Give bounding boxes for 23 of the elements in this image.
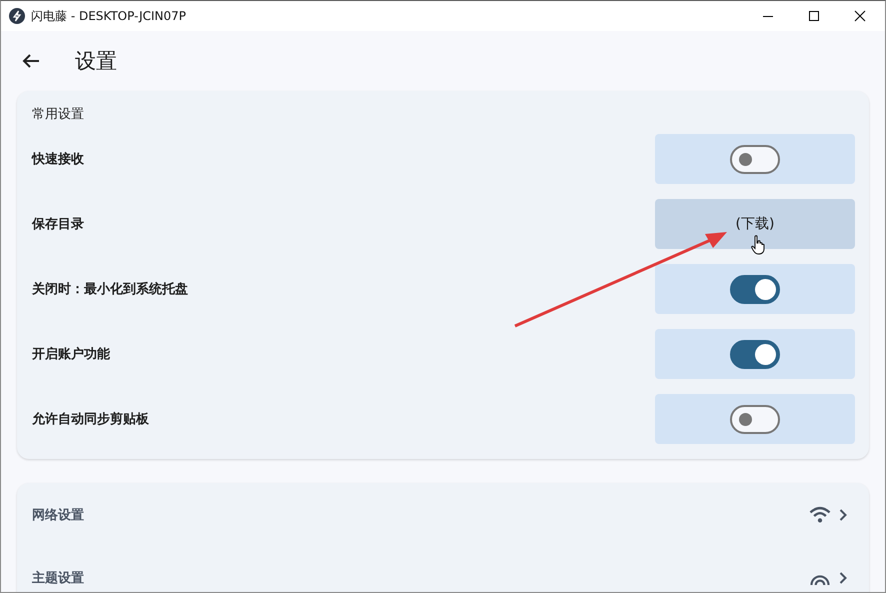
chevron-icon: [839, 572, 847, 584]
cursor-icon: [751, 235, 765, 255]
toggle-switch[interactable]: [730, 274, 780, 304]
window-title: 闪电藤 - DESKTOP-JCIN07P: [31, 8, 186, 24]
app-logo-icon: [9, 8, 25, 24]
setting-label: 快速接收: [32, 150, 84, 168]
setting-label: 允许自动同步剪贴板: [32, 410, 149, 428]
back-arrow-icon[interactable]: [22, 53, 40, 69]
settings-link[interactable]: 主题设置: [32, 546, 855, 592]
setting-label: 开启账户功能: [32, 346, 110, 363]
toggle-switch[interactable]: [730, 404, 780, 434]
section-title: 常用设置: [32, 106, 85, 124]
setting-label: 关闭时：最小化到系统托盘: [32, 280, 188, 298]
settings-link[interactable]: 网络设置: [32, 483, 855, 546]
maximize-icon[interactable]: [808, 10, 820, 22]
toggle-switch[interactable]: [730, 340, 780, 368]
wifi-icon: [809, 506, 831, 523]
close-icon[interactable]: [854, 10, 866, 22]
page-title: 设置: [75, 48, 117, 75]
folder-button[interactable]: (下载): [655, 199, 855, 249]
setting-label: 保存目录: [32, 216, 84, 233]
chevron-icon: [839, 508, 847, 520]
toggle-switch[interactable]: [730, 144, 780, 174]
